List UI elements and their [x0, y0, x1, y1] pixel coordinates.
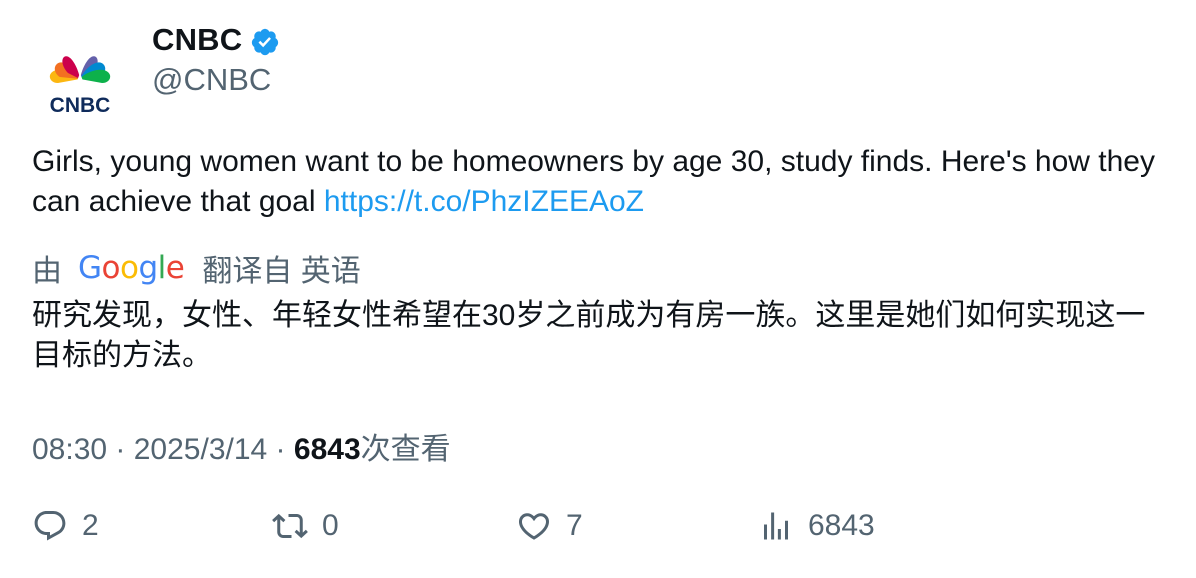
heart-icon — [518, 513, 550, 540]
translated-text: 研究发现，女性、年轻女性希望在30岁之前成为有房一族。这里是她们如何实现这一目标… — [32, 299, 1146, 372]
like-button[interactable]: 7 — [516, 508, 583, 544]
translation-attribution: 由 Google 翻译自 英语 — [32, 246, 361, 290]
like-count: 7 — [566, 509, 583, 542]
translated-by-label: 由 — [32, 255, 62, 288]
verified-badge-icon[interactable] — [250, 27, 280, 57]
retweet-count: 0 — [322, 509, 339, 542]
google-logo: Google — [78, 250, 185, 286]
translated-from-label: 翻译自 英语 — [202, 255, 361, 288]
meta-separator: · — [107, 433, 134, 466]
retweet-button[interactable]: 0 — [272, 508, 339, 544]
reply-icon — [34, 511, 66, 541]
author-name[interactable]: CNBC — [152, 22, 242, 58]
views-button[interactable]: 6843 — [758, 508, 875, 544]
action-bar: 2 0 7 6843 — [32, 508, 1172, 556]
cnbc-peacock-logo: CNBC — [50, 56, 111, 117]
retweet-icon — [272, 513, 308, 539]
views-count: 6843 — [293, 433, 361, 466]
avatar[interactable]: CNBC — [32, 25, 128, 121]
meta-separator: · — [267, 433, 294, 466]
views-action-count: 6843 — [808, 509, 875, 542]
tweet-time[interactable]: 08:30 — [32, 433, 107, 467]
reply-count: 2 — [82, 509, 99, 542]
tweet-text: Girls, young women want to be homeowners… — [32, 142, 1172, 222]
reply-button[interactable]: 2 — [32, 508, 99, 544]
analytics-icon — [764, 512, 788, 540]
tweet-meta: 08:30 · 2025/3/14 · 6843 次查看 — [32, 424, 451, 468]
views-label: 次查看 — [360, 433, 451, 466]
author-handle[interactable]: @CNBC — [152, 62, 271, 98]
tweet-link[interactable]: https://t.co/PhzIZEEAoZ — [324, 185, 644, 218]
tweet-date[interactable]: 2025/3/14 — [134, 433, 267, 467]
author-name-row: CNBC — [152, 22, 280, 58]
avatar-logo-text: CNBC — [50, 94, 111, 117]
